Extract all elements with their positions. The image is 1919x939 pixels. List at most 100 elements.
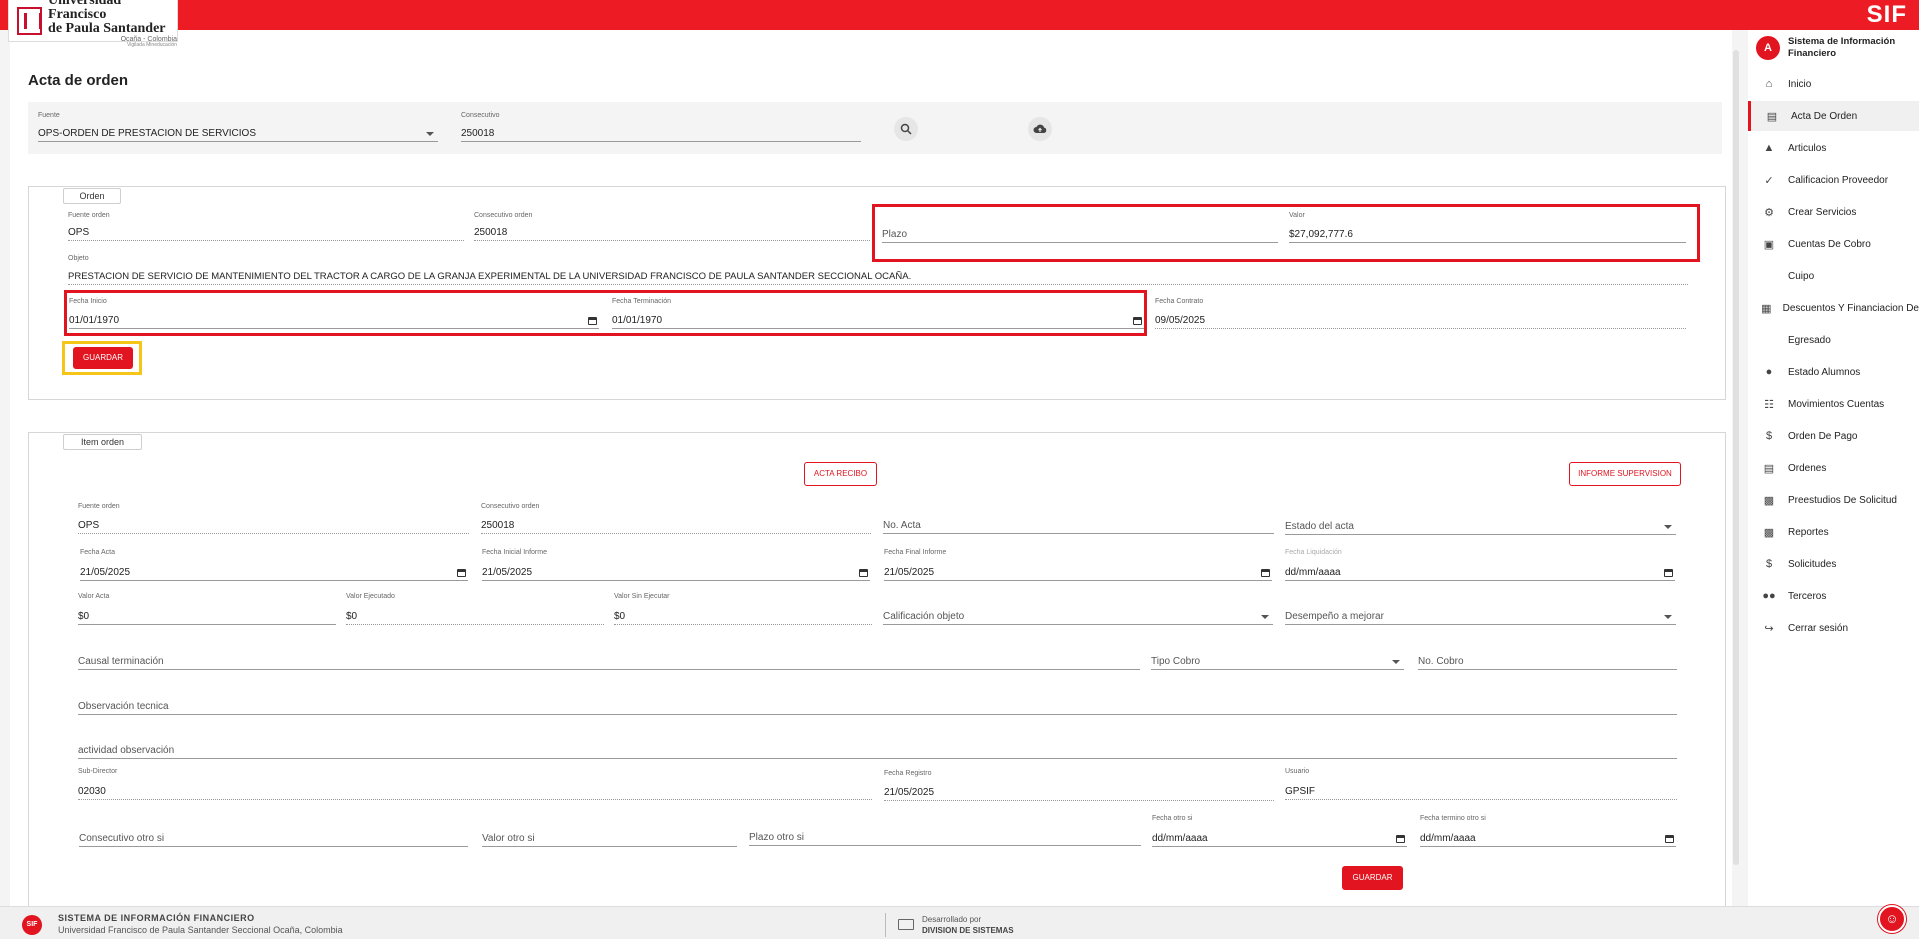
sidebar-item-descuentos[interactable]: ▦ Descuentos Y Financiacion De — [1748, 293, 1919, 323]
valor-acta-input[interactable]: Valor Acta $0 — [78, 593, 336, 625]
scrollbar[interactable] — [1733, 50, 1739, 865]
university-logo[interactable]: Universidad Francisco de Paula Santander… — [8, 0, 178, 47]
fecha-registro-field[interactable]: Fecha Registro 21/05/2025 — [884, 770, 1274, 801]
sidebar-item-terceros[interactable]: ●● Terceros — [1748, 581, 1919, 611]
sidebar-item-orden-de-pago[interactable]: $ Orden De Pago — [1748, 421, 1919, 451]
sidebar-item-crear-servicios[interactable]: ⚙ Crear Servicios — [1748, 197, 1919, 227]
calendar-icon[interactable] — [859, 569, 868, 577]
fecha-liquidacion-value: dd/mm/aaaa — [1285, 567, 1341, 578]
consecutivo-orden-label: Consecutivo orden — [474, 212, 533, 219]
sub-director-field[interactable]: Sub-Director 02030 — [78, 768, 872, 800]
fecha-otro-si-input[interactable]: Fecha otro si dd/mm/aaaa — [1152, 815, 1407, 847]
desempeno-select[interactable]: Desempeño a mejorar — [1285, 593, 1676, 625]
usuario-field[interactable]: Usuario GPSIF — [1285, 768, 1677, 800]
item-consecutivo-orden-field[interactable]: Consecutivo orden 250018 — [481, 503, 871, 534]
sidebar-item-preestudios[interactable]: ▩ Preestudios De Solicitud — [1748, 485, 1919, 515]
valor-otro-si-input[interactable]: Valor otro si — [482, 815, 737, 847]
cloud-upload-icon — [1033, 124, 1047, 133]
causal-terminacion-placeholder: Causal terminación — [78, 656, 164, 667]
sidebar-item-estado-alumnos[interactable]: ● Estado Alumnos — [1748, 357, 1919, 387]
observacion-tecnica-input[interactable]: Observación tecnica — [78, 683, 1677, 715]
avatar[interactable]: A — [1756, 36, 1780, 60]
fecha-inicial-informe-input[interactable]: Fecha Inicial Informe 21/05/2025 — [482, 549, 870, 581]
calendar-icon[interactable] — [1261, 569, 1270, 577]
fecha-liquidacion-input[interactable]: Fecha Liquidación dd/mm/aaaa — [1285, 549, 1675, 581]
fecha-inicial-informe-label: Fecha Inicial Informe — [482, 549, 547, 556]
sidebar-item-acta-de-orden[interactable]: ▤ Acta De Orden — [1748, 101, 1919, 131]
sidebar-item-egresado[interactable]: Egresado — [1748, 325, 1919, 355]
shapes-icon: ▲ — [1763, 142, 1775, 154]
dropdown-arrow-icon — [426, 132, 434, 136]
estado-acta-select[interactable]: Estado del acta — [1285, 503, 1676, 535]
search-button[interactable] — [894, 117, 918, 141]
fecha-inicial-informe-value: 21/05/2025 — [482, 567, 533, 578]
fecha-acta-input[interactable]: Fecha Acta 21/05/2025 — [80, 549, 468, 581]
item-fuente-orden-field[interactable]: Fuente orden OPS — [78, 503, 469, 534]
fuente-orden-field[interactable]: Fuente orden OPS — [68, 212, 464, 241]
tipo-cobro-select[interactable]: Tipo Cobro — [1151, 638, 1404, 670]
rating-icon: ✓ — [1764, 174, 1774, 187]
fecha-contrato-label: Fecha Contrato — [1155, 298, 1204, 305]
logo-line-4: Vigilada Mineducación — [127, 41, 177, 48]
fuente-value: OPS-ORDEN DE PRESTACION DE SERVICIOS — [38, 128, 257, 139]
sidebar-item-solicitudes[interactable]: $ Solicitudes — [1748, 549, 1919, 579]
fecha-termino-otro-si-input[interactable]: Fecha termino otro si dd/mm/aaaa — [1420, 815, 1676, 847]
brand-title: SIF — [1866, 1, 1907, 28]
fecha-final-informe-input[interactable]: Fecha Final Informe 21/05/2025 — [884, 549, 1272, 581]
sidebar-item-ordenes[interactable]: ▤ Ordenes — [1748, 453, 1919, 483]
sidebar-item-cerrar-sesion[interactable]: ↪ Cerrar sesión — [1748, 613, 1919, 643]
plazo-valor-highlight — [872, 204, 1700, 262]
no-acta-input[interactable]: No. Acta — [883, 503, 1274, 534]
accessibility-button[interactable]: ☺ — [1878, 905, 1906, 933]
consecutivo-label: Consecutivo — [461, 112, 500, 119]
calendar-icon[interactable] — [1396, 835, 1405, 843]
page-title: Acta de orden — [28, 72, 129, 89]
fecha-termino-otro-si-value: dd/mm/aaaa — [1420, 833, 1476, 844]
consecutivo-input[interactable]: Consecutivo 250018 — [461, 112, 861, 142]
no-acta-placeholder: No. Acta — [883, 520, 921, 531]
consecutivo-otro-si-input[interactable]: Consecutivo otro si — [79, 815, 468, 847]
usuario-value: GPSIF — [1285, 786, 1316, 797]
upload-button[interactable] — [1028, 117, 1052, 141]
card-icon: ▦ — [1761, 302, 1772, 315]
sidebar-item-calificacion-proveedor[interactable]: ✓ Calificacion Proveedor — [1748, 165, 1919, 195]
desempeno-placeholder: Desempeño a mejorar — [1285, 611, 1384, 622]
accessibility-icon: ☺ — [1885, 911, 1899, 926]
acta-recibo-button[interactable]: ACTA RECIBO — [804, 462, 877, 486]
logo-line-2: de Paula Santander — [48, 20, 166, 36]
valor-sin-ejecutar-field[interactable]: Valor Sin Ejecutar $0 — [614, 593, 872, 625]
fecha-acta-label: Fecha Acta — [80, 549, 116, 556]
fecha-final-informe-value: 21/05/2025 — [884, 567, 935, 578]
calendar-icon[interactable] — [457, 569, 466, 577]
fecha-contrato-field[interactable]: Fecha Contrato 09/05/2025 — [1155, 298, 1686, 329]
sidebar-item-inicio[interactable]: ⌂ Inicio — [1748, 69, 1919, 99]
calificacion-objeto-select[interactable]: Calificación objeto — [883, 593, 1273, 625]
no-cobro-input[interactable]: No. Cobro — [1418, 638, 1677, 670]
calendar-icon[interactable] — [1664, 569, 1673, 577]
valor-sin-ejecutar-value: $0 — [614, 611, 626, 622]
valor-sin-ejecutar-label: Valor Sin Ejecutar — [614, 593, 670, 600]
monitor-icon — [898, 919, 914, 930]
item-guardar-button[interactable]: GUARDAR — [1342, 866, 1403, 890]
informe-supervision-button[interactable]: INFORME SUPERVISION — [1569, 462, 1681, 486]
sidebar-item-reportes[interactable]: ▩ Reportes — [1748, 517, 1919, 547]
person-icon: ● — [1765, 366, 1773, 378]
sidebar-item-articulos[interactable]: ▲ Articulos — [1748, 133, 1919, 163]
causal-terminacion-input[interactable]: Causal terminación — [78, 638, 1140, 670]
fuente-orden-value: OPS — [68, 227, 90, 238]
valor-otro-si-placeholder: Valor otro si — [482, 833, 535, 844]
fuente-select[interactable]: Fuente OPS-ORDEN DE PRESTACION DE SERVIC… — [38, 112, 438, 142]
sidebar-header: A Sistema de Información Financiero — [1756, 36, 1908, 60]
plazo-otro-si-input[interactable]: Plazo otro si — [749, 815, 1141, 846]
sidebar-item-movimientos-cuentas[interactable]: ☷ Movimientos Cuentas — [1748, 389, 1919, 419]
sidebar-item-cuentas-de-cobro[interactable]: ▣ Cuentas De Cobro — [1748, 229, 1919, 259]
fuente-label: Fuente — [38, 112, 60, 119]
consecutivo-orden-field[interactable]: Consecutivo orden 250018 — [474, 212, 870, 241]
fecha-otro-si-value: dd/mm/aaaa — [1152, 833, 1208, 844]
sidebar-item-cuipo[interactable]: Cuipo — [1748, 261, 1919, 291]
objeto-field[interactable]: Objeto PRESTACION DE SERVICIO DE MANTENI… — [68, 255, 1688, 285]
actividad-observacion-input[interactable]: actividad observación — [78, 727, 1677, 759]
valor-ejecutado-field[interactable]: Valor Ejecutado $0 — [346, 593, 604, 625]
calendar-icon[interactable] — [1665, 835, 1674, 843]
fechas-highlight — [64, 290, 1147, 336]
